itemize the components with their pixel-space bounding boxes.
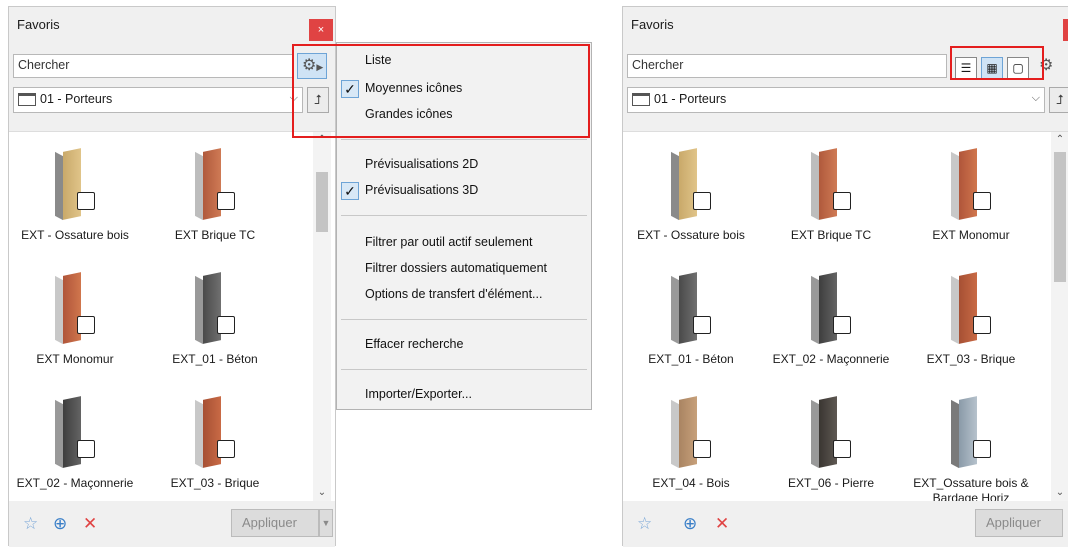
- wall-preview-icon: [669, 148, 715, 222]
- wall-preview-icon: [193, 396, 239, 470]
- wall-preview-icon: [53, 272, 99, 346]
- favorite-item-label: EXT Brique TC: [174, 228, 256, 242]
- favorite-item-label: EXT_06 - Pierre: [787, 476, 875, 490]
- menu-item-previsualisations-3d[interactable]: Prévisualisations 3D: [365, 183, 478, 197]
- favorite-item-label: EXT_02 - Maçonnerie: [16, 476, 134, 490]
- scroll-down-icon[interactable]: ⌄: [313, 487, 331, 498]
- favorite-item-label: EXT Monomur: [932, 228, 1010, 242]
- folder-icon: [18, 93, 36, 106]
- close-button[interactable]: ×: [309, 19, 333, 41]
- folder-select[interactable]: 01 - Porteurs ⌵: [627, 87, 1045, 113]
- favorites-grid: ⌃ ⌄ EXT - Ossature bois EXT Brique TC EXT …: [9, 131, 335, 502]
- checkmark-icon: ✓: [341, 182, 359, 200]
- menu-separator: [341, 215, 587, 216]
- favorite-item-label: EXT - Ossature bois: [637, 228, 745, 242]
- scroll-down-icon[interactable]: ⌄: [1051, 487, 1068, 498]
- new-folder-icon[interactable]: ⊕: [53, 515, 67, 533]
- folder-name: 01 - Porteurs: [40, 92, 113, 106]
- folder-icon: [632, 93, 650, 106]
- favorite-item[interactable]: EXT - Ossature bois: [15, 142, 135, 254]
- wall-preview-icon: [669, 396, 715, 470]
- favorites-panel-left: Favoris × Chercher ⚙▶ 01 - Porteurs ⌵ ⮥ …: [8, 6, 336, 547]
- add-favorite-star-icon[interactable]: ☆: [23, 515, 38, 533]
- favorite-item-label: EXT_03 - Brique: [170, 476, 260, 490]
- chevron-down-icon: ⌵: [1031, 92, 1040, 104]
- highlight-box: [950, 46, 1044, 80]
- menu-item-previsualisations-2d[interactable]: Prévisualisations 2D: [365, 157, 478, 171]
- favorite-item[interactable]: EXT Brique TC: [155, 142, 275, 254]
- menu-separator: [341, 139, 587, 140]
- folder-name: 01 - Porteurs: [654, 92, 727, 106]
- scrollbar[interactable]: ⌃ ⌄: [313, 132, 331, 502]
- favorite-item-label: EXT_01 - Béton: [172, 352, 258, 366]
- panel-title: Favoris: [631, 17, 674, 32]
- wall-preview-icon: [193, 148, 239, 222]
- favorite-item[interactable]: EXT - Ossature bois: [631, 142, 751, 254]
- favorite-item-label: EXT_01 - Béton: [648, 352, 734, 366]
- favorite-item[interactable]: EXT_02 - Maçonnerie: [15, 390, 135, 502]
- favorite-item-label: EXT - Ossature bois: [21, 228, 129, 242]
- folder-up-icon: ⮥: [1056, 92, 1064, 107]
- delete-icon[interactable]: ✕: [715, 515, 729, 533]
- wall-preview-icon: [949, 272, 995, 346]
- favorite-item[interactable]: EXT_01 - Béton: [631, 266, 751, 378]
- menu-item-filtrer-dossiers[interactable]: Filtrer dossiers automatiquement: [365, 261, 547, 275]
- apply-button[interactable]: Appliquer: [231, 509, 319, 537]
- scroll-thumb[interactable]: [1054, 152, 1066, 282]
- favorite-item[interactable]: EXT Brique TC: [771, 142, 891, 254]
- folder-up-button[interactable]: ⮥: [1049, 87, 1068, 113]
- close-button[interactable]: [1063, 19, 1068, 41]
- highlight-box: [292, 44, 590, 138]
- wall-preview-icon: [809, 396, 855, 470]
- favorite-item[interactable]: EXT_01 - Béton: [155, 266, 275, 378]
- search-input[interactable]: Chercher: [627, 54, 947, 78]
- menu-item-filtrer-outil-actif[interactable]: Filtrer par outil actif seulement: [365, 235, 532, 249]
- add-favorite-star-icon[interactable]: ☆: [637, 515, 652, 533]
- wall-preview-icon: [53, 148, 99, 222]
- bottom-toolbar: ☆ ⊕ ✕ Appliquer: [623, 501, 1068, 547]
- menu-item-effacer-recherche[interactable]: Effacer recherche: [365, 337, 463, 351]
- favorites-grid: ⌃ ⌄ EXT - Ossature bois EXT Brique TC EXT …: [623, 131, 1068, 502]
- menu-item-options-transfert[interactable]: Options de transfert d'élément...: [365, 287, 542, 301]
- new-folder-icon[interactable]: ⊕: [683, 515, 697, 533]
- favorite-item-label: EXT_02 - Maçonnerie: [772, 352, 890, 366]
- favorite-item[interactable]: EXT_04 - Bois: [631, 390, 751, 502]
- menu-item-importer-exporter[interactable]: Importer/Exporter...: [365, 387, 472, 401]
- scrollbar[interactable]: ⌃ ⌄: [1051, 132, 1068, 502]
- apply-dropdown-button[interactable]: ▼: [319, 509, 333, 537]
- favorite-item-label: EXT_04 - Bois: [652, 476, 730, 490]
- favorite-item-label: EXT Brique TC: [790, 228, 872, 242]
- favorite-item[interactable]: EXT_02 - Maçonnerie: [771, 266, 891, 378]
- menu-separator: [341, 369, 587, 370]
- wall-preview-icon: [949, 396, 995, 470]
- bottom-toolbar: ☆ ⊕ ✕ Appliquer ▼: [9, 501, 335, 547]
- wall-preview-icon: [949, 148, 995, 222]
- scroll-thumb[interactable]: [316, 172, 328, 232]
- favorites-panel-right: Favoris Chercher ☰ ▦ ▢ ⚙ 01 - Porteurs ⌵…: [622, 6, 1068, 547]
- favorite-item[interactable]: EXT_Ossature bois & Bardage Horiz: [911, 390, 1031, 502]
- wall-preview-icon: [53, 396, 99, 470]
- favorite-item-label: EXT_03 - Brique: [926, 352, 1016, 366]
- favorite-item[interactable]: EXT_06 - Pierre: [771, 390, 891, 502]
- delete-icon[interactable]: ✕: [83, 515, 97, 533]
- scroll-up-icon[interactable]: ⌃: [1051, 134, 1068, 145]
- favorite-item[interactable]: EXT Monomur: [911, 142, 1031, 254]
- favorite-item[interactable]: EXT_03 - Brique: [911, 266, 1031, 378]
- wall-preview-icon: [669, 272, 715, 346]
- menu-separator: [341, 319, 587, 320]
- wall-preview-icon: [809, 148, 855, 222]
- favorite-item[interactable]: EXT Monomur: [15, 266, 135, 378]
- favorite-item-label: EXT Monomur: [36, 352, 114, 366]
- folder-select[interactable]: 01 - Porteurs ⌵: [13, 87, 303, 113]
- search-input[interactable]: Chercher: [13, 54, 293, 78]
- panel-title: Favoris: [17, 17, 60, 32]
- wall-preview-icon: [809, 272, 855, 346]
- apply-button[interactable]: Appliquer: [975, 509, 1063, 537]
- favorite-item-label: EXT_Ossature bois & Bardage Horiz: [913, 476, 1029, 502]
- wall-preview-icon: [193, 272, 239, 346]
- favorite-item[interactable]: EXT_03 - Brique: [155, 390, 275, 502]
